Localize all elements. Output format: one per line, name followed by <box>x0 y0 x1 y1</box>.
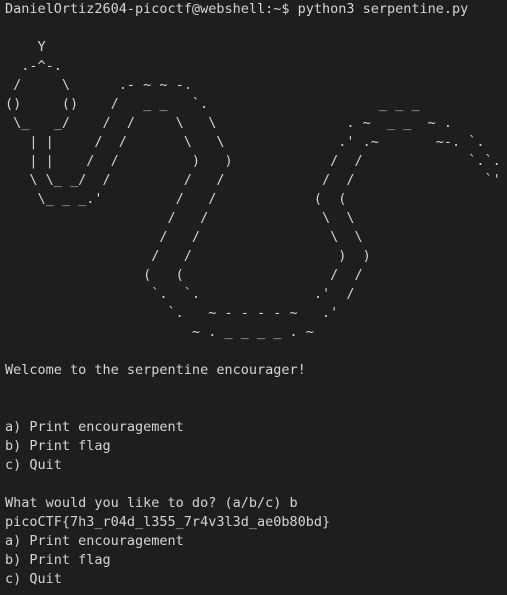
menu-option-quit: c) Quit <box>5 571 62 587</box>
shell-prompt-command: DanielOrtiz2604-picoctf@webshell:~$ pyth… <box>5 1 469 17</box>
ascii-line: / / \ \ <box>5 229 363 245</box>
ascii-line: \_ _/ / / \ \ . ~ _ _ ~ . <box>5 115 453 131</box>
ascii-line: \ \_ _/ / / / / / `' <box>5 172 501 188</box>
ascii-line: \_ _ _.' / / ( ( <box>5 191 347 207</box>
ascii-line: ( ( / / <box>5 267 363 283</box>
ascii-line: .-^-. <box>5 58 62 74</box>
welcome-message: Welcome to the serpentine encourager! <box>5 362 306 378</box>
menu-option-encouragement: a) Print encouragement <box>5 419 184 435</box>
menu-option-flag: b) Print flag <box>5 552 111 568</box>
menu-option-quit: c) Quit <box>5 457 62 473</box>
ascii-line: / \ .- ~ ~ -. <box>5 77 192 93</box>
menu-option-encouragement: a) Print encouragement <box>5 533 184 549</box>
ascii-line: `. ~ - - - - ~ .' <box>5 305 339 321</box>
ascii-line: Y <box>5 39 46 55</box>
ascii-line: / / ) ) <box>5 248 371 264</box>
ascii-line: () () / _ _ `. _ _ _ <box>5 96 420 112</box>
flag-output: picoCTF{7h3_r04d_l355_7r4v3l3d_ae0b80bd} <box>5 514 331 530</box>
input-question: What would you like to do? (a/b/c) b <box>5 495 298 511</box>
serpent-ascii-art: Y .-^-. / \ .- ~ ~ -. () () / _ _ `. _ _… <box>5 19 507 342</box>
ascii-line: | | / / ) ) / / `.`. <box>5 153 501 169</box>
ascii-line: `. `. .' / <box>5 286 355 302</box>
ascii-line: / / \ \ <box>5 210 355 226</box>
menu-option-flag: b) Print flag <box>5 438 111 454</box>
ascii-line: ~ . _ _ _ _ . ~ <box>5 324 314 340</box>
ascii-line: | | / / \ \ .' .~ ~-. `. <box>5 134 485 150</box>
terminal-window[interactable]: DanielOrtiz2604-picoctf@webshell:~$ pyth… <box>0 0 507 595</box>
